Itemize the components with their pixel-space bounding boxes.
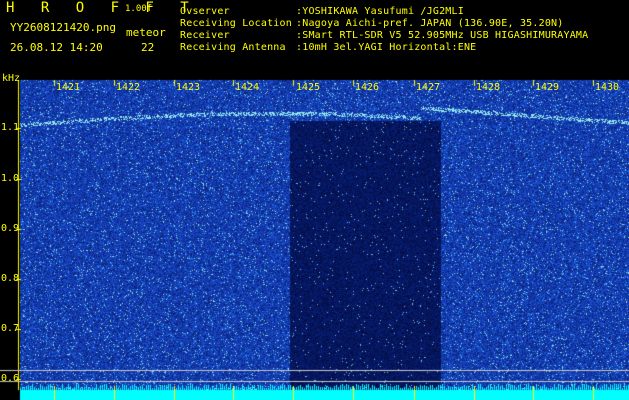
hroft-window: H R O F F T 1.00f YY2608121420.png 26.08…	[0, 0, 629, 400]
time-tick-label: 1430	[595, 82, 620, 93]
time-tick-label: 1424	[235, 82, 260, 93]
time-tick-label: 1427	[416, 82, 441, 93]
capture-datetime: 26.08.12 14:20	[10, 41, 103, 54]
antenna-label: Receiving Antenna	[180, 42, 286, 53]
y-tick-label: 0.6	[1, 373, 20, 384]
waterfall-spectrogram[interactable]	[0, 0, 629, 400]
y-tick-label: 0.9	[1, 223, 20, 234]
time-tick-label: 1423	[176, 82, 201, 93]
observer-value: :YOSHIKAWA Yasufumi /JG2MLI	[296, 6, 464, 17]
image-filename: YY2608121420.png	[10, 21, 116, 34]
location-value: :Nagoya Aichi-pref. JAPAN (136.90E, 35.2…	[296, 18, 564, 29]
receiver-value: :SMart RTL-SDR V5 52.905MHz USB HIGASHIM…	[296, 30, 589, 41]
app-version: 1.00f	[125, 4, 153, 14]
y-tick-label: 1.0	[1, 173, 20, 184]
detection-count: 22	[141, 41, 155, 54]
y-tick-label: 0.7	[1, 323, 20, 334]
time-tick-label: 1428	[476, 82, 501, 93]
y-tick-label: 0.8	[1, 273, 20, 284]
location-label: Receiving Location	[180, 18, 292, 29]
time-tick-label: 1425	[296, 82, 321, 93]
time-tick-label: 1429	[535, 82, 560, 93]
detection-label: meteor	[126, 26, 166, 39]
observer-label: Ovserver	[180, 6, 230, 17]
app-brand: H R O F F T	[6, 0, 198, 16]
time-tick-label: 1422	[116, 82, 141, 93]
receiver-label: Receiver	[180, 30, 230, 41]
antenna-value: :10mH 3el.YAGI Horizontal:ENE	[296, 42, 477, 53]
y-axis-unit: kHz	[2, 73, 21, 84]
time-tick-label: 1421	[56, 82, 81, 93]
time-tick-label: 1426	[355, 82, 380, 93]
y-tick-label: 1.1	[1, 122, 20, 133]
